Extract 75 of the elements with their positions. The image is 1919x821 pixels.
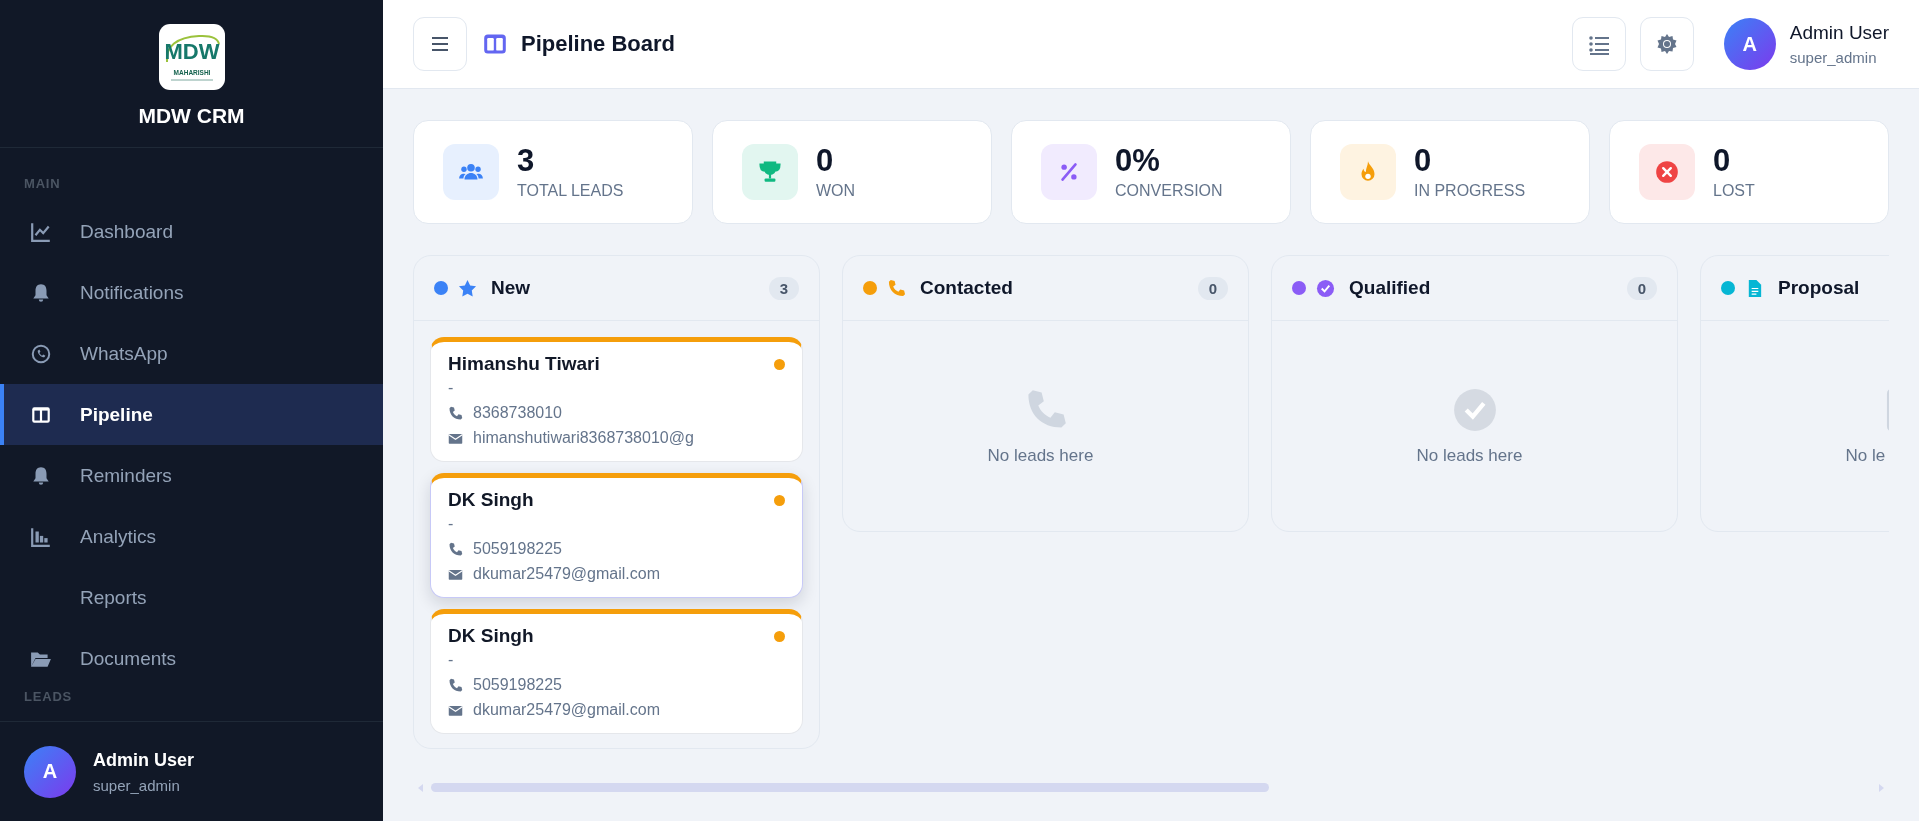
app-name: MDW CRM [138,104,245,128]
stat-value: 0 [1414,143,1433,179]
scrollbar-thumb[interactable] [431,783,1269,792]
menu-button[interactable] [413,17,467,71]
lead-phone: 8368738010 [473,404,562,422]
bell-icon [30,464,52,487]
user-name: Admin User [1789,22,1889,44]
count-badge: 0 [1197,276,1228,300]
lead-card[interactable]: DK Singh - 5059198225 dkumar25479@gmail.com [430,473,803,598]
lead-email: dkumar25479@gmail.com [473,565,660,583]
column-title: Contacted [920,277,1013,299]
nav-item[interactable]: Dashboard [0,201,383,262]
chart-icon [30,220,52,243]
phone-icon [448,677,463,693]
nav-item[interactable]: Reports [0,567,383,628]
stat-value: 0% [1115,143,1161,179]
lead-name: Himanshu Tiwari [448,353,600,375]
stat-label: CONVERSION [1115,182,1223,201]
lead-card[interactable]: Himanshu Tiwari - 8368738010 himanshutiwari8368738010@g [430,337,803,462]
empty-message: No leads here [1416,446,1524,466]
phone-icon [448,541,463,557]
nav-item[interactable]: Analytics [0,506,383,567]
phone-icon [887,278,906,298]
check-icon [1316,278,1335,298]
lead-email: himanshutiwari8368738010@g [473,429,694,447]
stat-label: LOST [1713,182,1755,201]
bars-icon [30,525,52,548]
check-circle-icon [1452,388,1497,432]
trophy-icon [757,159,783,185]
lead-name: DK Singh [448,489,534,511]
board-icon [483,32,507,56]
count-badge: 0 [1626,276,1657,300]
column-title: Qualified [1349,277,1431,299]
user-avatar: A [24,745,76,798]
menu-icon [430,34,450,54]
xcircle-icon [1654,159,1680,185]
chat-icon [30,342,52,365]
user-name: Admin User [93,749,195,771]
list-icon [1587,33,1610,55]
section-label: LEADS [23,689,74,706]
stat-label: WON [816,182,856,201]
column-title: New [491,277,531,299]
user-role: super_admin [93,776,181,794]
lead-company: - [448,515,455,533]
user-avatar[interactable]: A [1723,18,1776,70]
nav-item[interactable]: WhatsApp [0,323,383,384]
stat-label: TOTAL LEADS [517,182,624,201]
page-title: Pipeline Board [521,31,676,57]
settings-button[interactable] [1639,17,1694,71]
stat-label: IN PROGRESS [1414,182,1526,201]
settings-icon [1655,33,1678,55]
lead-company: - [448,651,455,669]
star-icon [458,278,477,298]
lead-card[interactable]: DK Singh - 5059198225 dkumar25479@gmail.com [430,609,803,734]
nav-item[interactable]: Reminders [0,445,383,506]
lead-company: - [448,379,455,397]
lead-name: DK Singh [448,625,534,647]
nav-item[interactable]: Notifications [0,262,383,323]
lead-phone: 5059198225 [473,540,562,558]
user-role: super_admin [1789,49,1878,66]
bell-icon [30,281,52,304]
stat-value: 0 [816,143,835,179]
stat-value: 0 [1713,143,1732,179]
phone-icon [448,405,463,421]
list-view-button[interactable] [1571,17,1626,71]
stat-value: 3 [517,143,536,179]
nav-item[interactable]: Pipeline [0,384,383,445]
empty-message: No le [1845,446,1887,466]
count-badge: 3 [768,276,799,300]
nav-item[interactable]: Documents [0,628,383,689]
lead-email: dkumar25479@gmail.com [473,701,660,719]
column-title: Proposal [1778,277,1860,299]
empty-message: No leads here [987,446,1095,466]
lead-phone: 5059198225 [473,676,562,694]
section-label: MAIN [23,176,62,193]
